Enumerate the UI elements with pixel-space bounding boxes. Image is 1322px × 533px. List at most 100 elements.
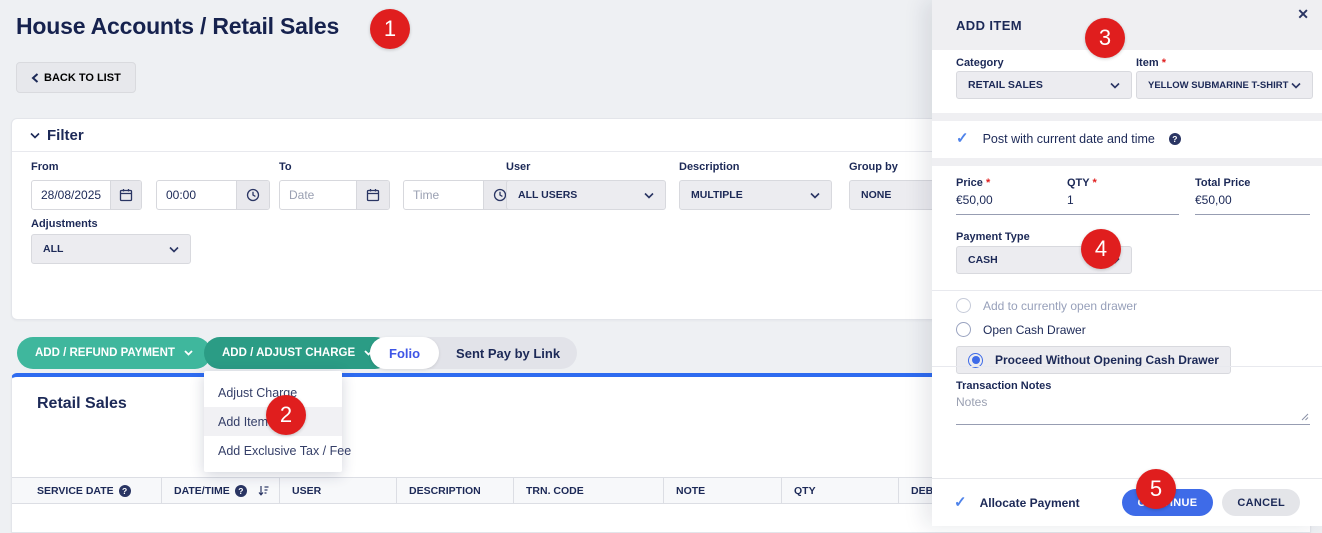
- section-divider: [932, 158, 1322, 166]
- close-icon[interactable]: ✕: [1297, 7, 1309, 21]
- add-refund-payment-button[interactable]: ADD / REFUND PAYMENT: [17, 337, 211, 369]
- tab-folio[interactable]: Folio: [370, 337, 439, 369]
- step-badge-3: 3: [1085, 18, 1125, 58]
- menu-item-add-exclusive-tax-fee[interactable]: Add Exclusive Tax / Fee: [204, 436, 342, 465]
- column-label: USER: [292, 485, 321, 497]
- adjustments-label: Adjustments: [31, 218, 98, 230]
- price-input[interactable]: €50,00: [956, 193, 1067, 215]
- description-label: Description: [679, 161, 740, 173]
- radio-label: Open Cash Drawer: [983, 323, 1086, 337]
- radio-proceed-without-opening[interactable]: Proceed Without Opening Cash Drawer: [956, 346, 1231, 374]
- transaction-notes-label: Transaction Notes: [956, 380, 1051, 392]
- adjustments-select-value: ALL: [43, 243, 63, 255]
- step-badge-1: 1: [370, 9, 410, 49]
- divider: [932, 366, 1322, 367]
- checkmark-icon: ✓: [956, 131, 969, 146]
- payment-type-select-value: CASH: [968, 254, 998, 266]
- description-select-value: MULTIPLE: [691, 189, 743, 201]
- back-to-list-label: BACK TO LIST: [44, 72, 121, 84]
- column-label: NOTE: [676, 485, 705, 497]
- radio-add-to-open-drawer[interactable]: Add to currently open drawer: [956, 298, 1137, 313]
- back-to-list-button[interactable]: BACK TO LIST: [16, 62, 136, 93]
- group-by-label: Group by: [849, 161, 898, 173]
- sort-icon[interactable]: [258, 485, 269, 496]
- cancel-button[interactable]: CANCEL: [1222, 489, 1300, 516]
- chevron-down-icon: [644, 192, 654, 199]
- page-title: House Accounts / Retail Sales: [16, 13, 339, 40]
- user-label: User: [506, 161, 530, 173]
- total-price-label: Total Price: [1195, 177, 1250, 189]
- allocate-payment-checkbox[interactable]: ✓ Allocate Payment: [954, 495, 1080, 510]
- column-date-time[interactable]: DATE/TIME ?: [161, 478, 279, 503]
- to-date-input[interactable]: Date: [279, 180, 390, 210]
- radio-open-cash-drawer[interactable]: Open Cash Drawer: [956, 322, 1086, 337]
- required-mark: *: [1162, 57, 1166, 69]
- column-label: DESCRIPTION: [409, 485, 481, 497]
- category-select[interactable]: RETAIL SALES: [956, 71, 1132, 99]
- from-time-input[interactable]: 00:00: [156, 180, 270, 210]
- column-note: NOTE: [663, 478, 781, 503]
- help-icon: ?: [1169, 133, 1181, 145]
- group-by-select-value: NONE: [861, 189, 891, 201]
- radio-icon: [956, 298, 971, 313]
- clock-icon[interactable]: [236, 181, 269, 209]
- user-select[interactable]: ALL USERS: [506, 180, 666, 210]
- from-label: From: [31, 161, 59, 173]
- chevron-down-icon: [1110, 82, 1120, 89]
- filter-title: Filter: [47, 127, 84, 144]
- add-refund-payment-label: ADD / REFUND PAYMENT: [35, 347, 175, 359]
- radio-label: Proceed Without Opening Cash Drawer: [995, 353, 1219, 367]
- required-mark: *: [986, 177, 990, 189]
- chevron-down-icon: [1291, 82, 1301, 89]
- help-icon: ?: [235, 485, 247, 497]
- item-label: Item *: [1136, 57, 1166, 69]
- chevron-left-icon: [31, 73, 39, 83]
- payment-type-label: Payment Type: [956, 231, 1030, 243]
- category-label: Category: [956, 57, 1004, 69]
- price-label: Price *: [956, 177, 990, 189]
- chevron-down-icon: [810, 192, 820, 199]
- column-label: QTY: [794, 485, 816, 497]
- chevron-down-icon: [30, 132, 40, 139]
- column-qty: QTY: [781, 478, 898, 503]
- to-label: To: [279, 161, 292, 173]
- tab-sent-pay-by-link[interactable]: Sent Pay by Link: [439, 346, 577, 361]
- price-label-text: Price: [956, 177, 983, 189]
- column-user: USER: [279, 478, 396, 503]
- qty-input[interactable]: 1: [1067, 193, 1179, 215]
- resize-handle-icon[interactable]: [1300, 412, 1309, 421]
- description-select[interactable]: MULTIPLE: [679, 180, 832, 210]
- item-select-value: YELLOW SUBMARINE T-SHIRT: [1148, 80, 1288, 91]
- post-current-date-checkbox[interactable]: ✓ Post with current date and time ?: [956, 131, 1181, 146]
- user-select-value: ALL USERS: [518, 189, 577, 201]
- folio-sentpay-toggle: Folio Sent Pay by Link: [370, 337, 577, 369]
- calendar-icon[interactable]: [110, 181, 141, 209]
- qty-label-text: QTY: [1067, 177, 1089, 189]
- checkmark-icon: ✓: [954, 495, 967, 510]
- from-date-input[interactable]: 28/08/2025: [31, 180, 142, 210]
- category-select-value: RETAIL SALES: [968, 79, 1043, 91]
- column-description: DESCRIPTION: [396, 478, 513, 503]
- column-label: SERVICE DATE: [37, 485, 114, 497]
- to-time-placeholder: Time: [404, 181, 483, 209]
- panel-footer: ✓ Allocate Payment CONTINUE CANCEL: [932, 478, 1322, 526]
- divider: [932, 290, 1322, 291]
- to-time-input[interactable]: Time: [403, 180, 517, 210]
- total-price-value: €50,00: [1195, 193, 1310, 215]
- add-adjust-charge-button[interactable]: ADD / ADJUST CHARGE: [204, 337, 391, 369]
- qty-label: QTY *: [1067, 177, 1097, 189]
- column-label: DATE/TIME: [174, 485, 230, 497]
- calendar-icon[interactable]: [356, 181, 389, 209]
- panel-title: ADD ITEM: [932, 0, 1322, 50]
- from-date-value: 28/08/2025: [32, 181, 110, 209]
- step-badge-4: 4: [1081, 229, 1121, 269]
- column-service-date[interactable]: SERVICE DATE ?: [12, 478, 161, 503]
- item-select[interactable]: YELLOW SUBMARINE T-SHIRT: [1136, 71, 1313, 99]
- from-time-value: 00:00: [157, 181, 236, 209]
- post-current-date-label: Post with current date and time: [983, 132, 1155, 146]
- allocate-payment-label: Allocate Payment: [980, 496, 1080, 510]
- help-icon: ?: [119, 485, 131, 497]
- transaction-notes-textarea[interactable]: Notes: [956, 395, 1310, 425]
- required-mark: *: [1092, 177, 1096, 189]
- adjustments-select[interactable]: ALL: [31, 234, 191, 264]
